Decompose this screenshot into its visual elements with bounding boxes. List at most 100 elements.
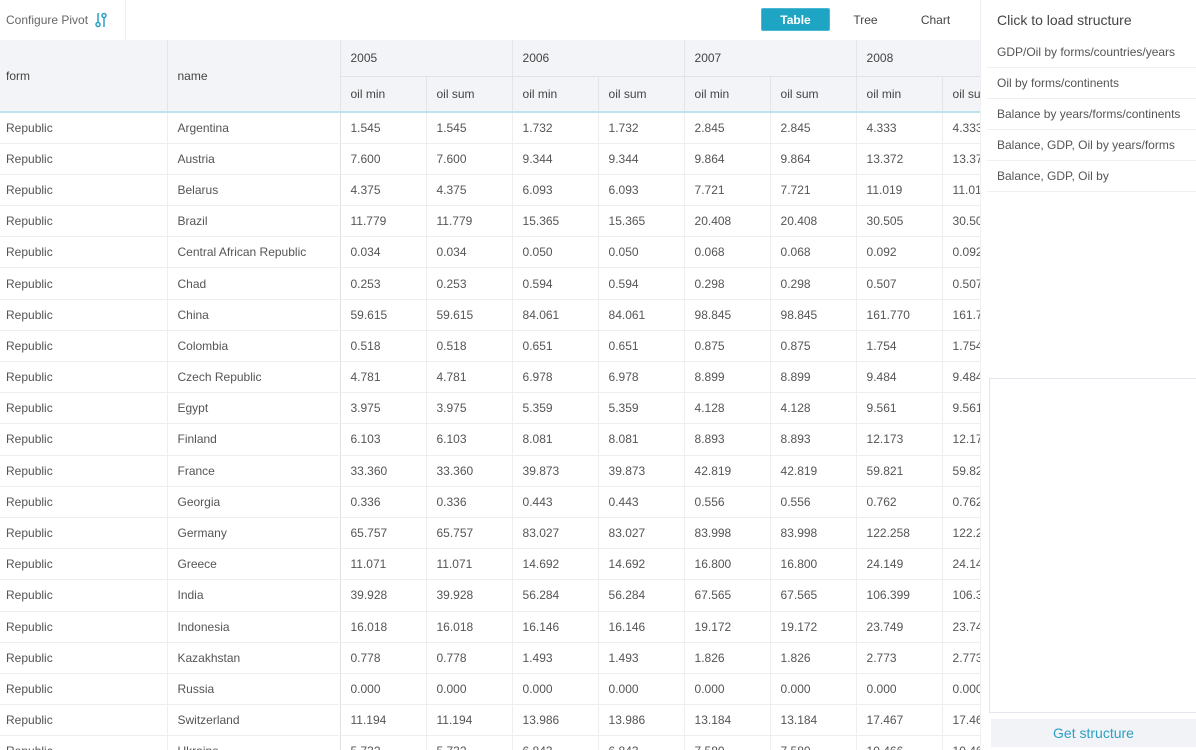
header-year[interactable]: 2007 (684, 40, 857, 77)
cell-name[interactable]: Greece (167, 548, 341, 581)
cell-value[interactable]: 0.443 (598, 486, 685, 518)
cell-value[interactable]: 16.800 (684, 548, 771, 581)
cell-value[interactable]: 0.778 (426, 642, 513, 674)
cell-value[interactable]: 4.128 (684, 392, 771, 425)
cell-value[interactable]: 0.507 (942, 267, 980, 300)
cell-value[interactable]: 11.071 (340, 548, 427, 581)
header-measure[interactable]: oil sum (426, 76, 513, 113)
header-measure[interactable]: oil min (856, 76, 943, 113)
cell-name[interactable]: Colombia (167, 330, 341, 363)
cell-value[interactable]: 8.899 (684, 361, 771, 394)
cell-form[interactable]: Republic (0, 392, 168, 425)
cell-value[interactable]: 14.692 (512, 548, 599, 581)
cell-value[interactable]: 4.781 (340, 361, 427, 394)
cell-value[interactable]: 7.580 (770, 735, 857, 750)
cell-name[interactable]: Czech Republic (167, 361, 341, 394)
cell-value[interactable]: 0.000 (598, 673, 685, 706)
cell-value[interactable]: 8.081 (512, 423, 599, 456)
cell-value[interactable]: 4.375 (340, 174, 427, 207)
cell-value[interactable]: 13.184 (684, 704, 771, 737)
cell-value[interactable]: 24.149 (856, 548, 943, 581)
cell-value[interactable]: 5.359 (598, 392, 685, 425)
cell-value[interactable]: 17.467 (856, 704, 943, 737)
header-measure[interactable]: oil min (512, 76, 599, 113)
cell-value[interactable]: 23.749 (856, 611, 943, 643)
cell-value[interactable]: 1.826 (770, 642, 857, 674)
cell-value[interactable]: 6.093 (512, 174, 599, 207)
cell-value[interactable]: 0.000 (340, 673, 427, 706)
cell-value[interactable]: 11.194 (426, 704, 513, 737)
cell-value[interactable]: 98.845 (770, 299, 857, 331)
structure-item[interactable]: Oil by forms/continents (987, 68, 1196, 99)
panel-splitter[interactable] (980, 0, 987, 750)
cell-value[interactable]: 8.893 (770, 423, 857, 456)
cell-value[interactable]: 0.336 (426, 486, 513, 518)
cell-value[interactable]: 0.092 (942, 236, 980, 269)
cell-name[interactable]: Indonesia (167, 611, 341, 643)
cell-name[interactable]: Belarus (167, 174, 341, 207)
cell-value[interactable]: 0.000 (684, 673, 771, 706)
cell-value[interactable]: 0.518 (426, 330, 513, 363)
cell-value[interactable]: 23.749 (942, 611, 980, 643)
cell-value[interactable]: 0.594 (598, 267, 685, 300)
cell-value[interactable]: 83.027 (512, 517, 599, 550)
cell-value[interactable]: 84.061 (598, 299, 685, 331)
cell-value[interactable]: 4.333 (942, 112, 980, 144)
cell-value[interactable]: 8.893 (684, 423, 771, 456)
cell-name[interactable]: Finland (167, 423, 341, 456)
cell-value[interactable]: 0.000 (942, 673, 980, 706)
cell-form[interactable]: Republic (0, 361, 168, 394)
header-measure[interactable]: oil min (340, 76, 427, 113)
cell-value[interactable]: 15.365 (598, 205, 685, 238)
cell-value[interactable]: 6.843 (512, 735, 599, 750)
cell-value[interactable]: 1.545 (340, 112, 427, 144)
cell-value[interactable]: 9.561 (942, 392, 980, 425)
cell-value[interactable]: 6.103 (426, 423, 513, 456)
cell-value[interactable]: 7.721 (684, 174, 771, 207)
cell-name[interactable]: China (167, 299, 341, 331)
cell-value[interactable]: 0.034 (426, 236, 513, 269)
cell-value[interactable]: 9.864 (770, 143, 857, 175)
cell-value[interactable]: 33.360 (340, 455, 427, 487)
cell-value[interactable]: 24.149 (942, 548, 980, 581)
configure-pivot-button[interactable]: Configure Pivot (0, 0, 126, 40)
cell-value[interactable]: 161.770 (856, 299, 943, 331)
cell-form[interactable]: Republic (0, 673, 168, 706)
cell-name[interactable]: Argentina (167, 112, 341, 144)
cell-value[interactable]: 8.081 (598, 423, 685, 456)
cell-value[interactable]: 59.821 (856, 455, 943, 487)
cell-value[interactable]: 16.146 (598, 611, 685, 643)
cell-value[interactable]: 5.732 (340, 735, 427, 750)
cell-value[interactable]: 14.692 (598, 548, 685, 581)
cell-value[interactable]: 7.721 (770, 174, 857, 207)
cell-value[interactable]: 20.408 (770, 205, 857, 238)
cell-value[interactable]: 59.821 (942, 455, 980, 487)
cell-value[interactable]: 42.819 (770, 455, 857, 487)
cell-value[interactable]: 7.600 (426, 143, 513, 175)
cell-value[interactable]: 4.333 (856, 112, 943, 144)
cell-name[interactable]: Austria (167, 143, 341, 175)
tab-tree[interactable]: Tree (831, 8, 900, 31)
cell-value[interactable]: 65.757 (426, 517, 513, 550)
header-year[interactable]: 2006 (512, 40, 685, 77)
cell-value[interactable]: 0.556 (684, 486, 771, 518)
cell-name[interactable]: Central African Republic (167, 236, 341, 269)
cell-value[interactable]: 13.372 (942, 143, 980, 175)
cell-value[interactable]: 0.050 (512, 236, 599, 269)
cell-name[interactable]: Germany (167, 517, 341, 550)
cell-name[interactable]: France (167, 455, 341, 487)
cell-value[interactable]: 39.928 (340, 579, 427, 612)
cell-name[interactable]: Switzerland (167, 704, 341, 737)
cell-value[interactable]: 0.000 (426, 673, 513, 706)
cell-value[interactable]: 30.505 (856, 205, 943, 238)
get-structure-button[interactable]: Get structure (991, 719, 1196, 747)
header-name[interactable]: name (167, 40, 341, 113)
cell-value[interactable]: 0.336 (340, 486, 427, 518)
header-measure[interactable]: oil sum (598, 76, 685, 113)
cell-value[interactable]: 5.732 (426, 735, 513, 750)
cell-form[interactable]: Republic (0, 611, 168, 643)
cell-value[interactable]: 1.732 (598, 112, 685, 144)
cell-form[interactable]: Republic (0, 143, 168, 175)
cell-value[interactable]: 10.466 (942, 735, 980, 750)
cell-value[interactable]: 39.928 (426, 579, 513, 612)
